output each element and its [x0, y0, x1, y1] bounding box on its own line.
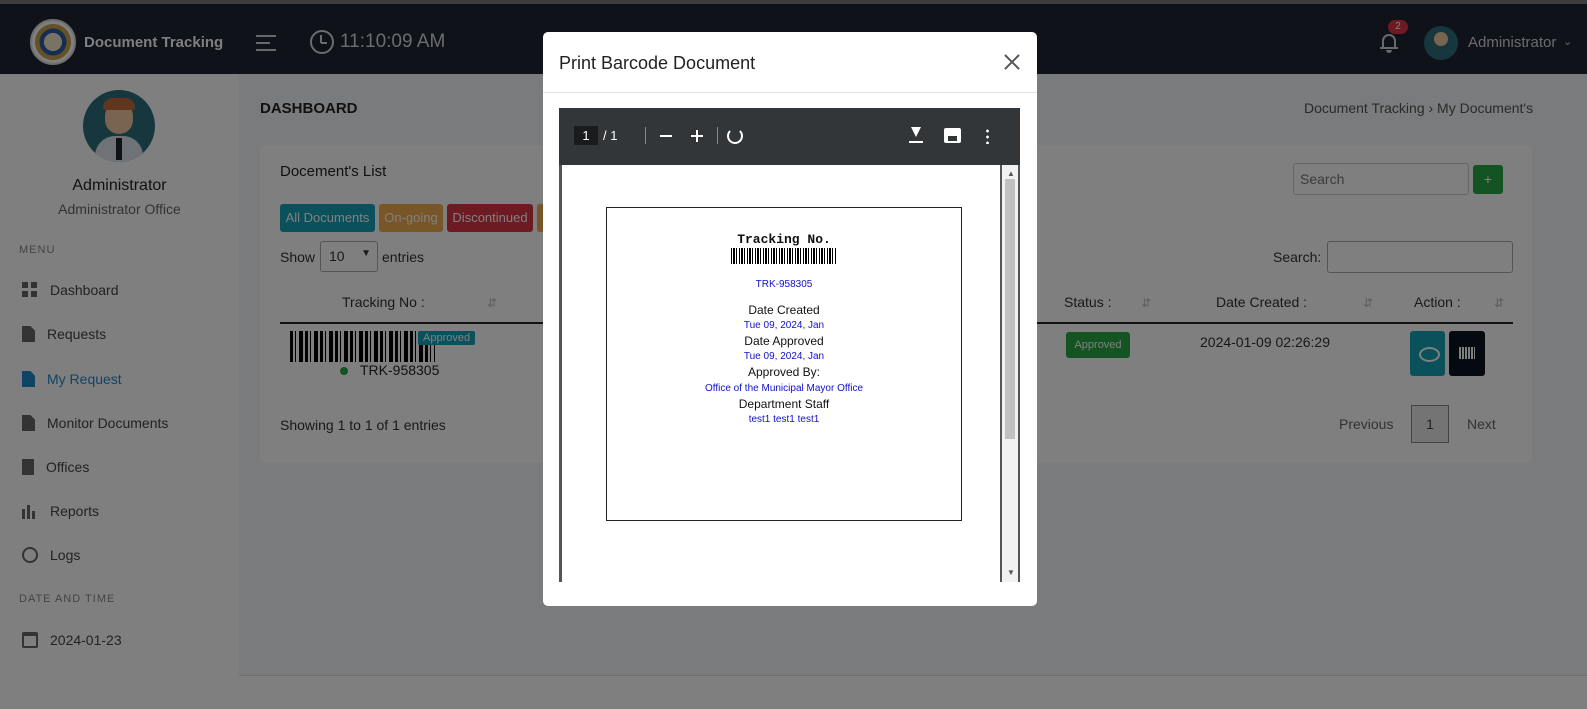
- download-icon[interactable]: [909, 127, 923, 144]
- slip-date-created: Tue 09, 2024, Jan: [743, 320, 825, 331]
- slip-tracking-no: TRK-958305: [755, 279, 813, 290]
- page-number-input[interactable]: 1: [574, 126, 598, 145]
- pdf-scrollbar-thumb[interactable]: [1005, 179, 1015, 439]
- pdf-toolbar: 1 / 1: [559, 108, 1020, 165]
- toolbar-divider: [717, 127, 718, 144]
- scroll-up-icon[interactable]: ▲: [1007, 169, 1015, 178]
- toolbar-divider: [645, 127, 646, 144]
- slip-approved-by: Office of the Municipal Mayor Office: [704, 383, 864, 394]
- barcode-slip: Tracking No. TRK-958305 Date Created Tue…: [606, 207, 962, 521]
- scroll-down-icon[interactable]: ▼: [1007, 568, 1015, 577]
- zoom-out-icon[interactable]: [660, 135, 672, 137]
- page-total: / 1: [603, 128, 618, 143]
- slip-date-created-label: Date Created: [748, 303, 820, 317]
- print-barcode-modal: Print Barcode Document 1 / 1 Tracking No…: [543, 32, 1037, 606]
- modal-title: Print Barcode Document: [559, 53, 756, 73]
- more-options-icon[interactable]: [986, 128, 989, 144]
- modal-divider: [543, 92, 1037, 93]
- slip-staff-label: Department Staff: [738, 397, 830, 411]
- zoom-in-icon[interactable]: [691, 130, 703, 142]
- slip-date-approved-label: Date Approved: [744, 334, 824, 348]
- slip-date-approved: Tue 09, 2024, Jan: [743, 351, 825, 362]
- print-icon[interactable]: [944, 128, 961, 143]
- slip-staff: test1 test1 test1: [748, 414, 820, 425]
- close-icon[interactable]: [1002, 52, 1022, 72]
- slip-approved-by-label: Approved By:: [747, 365, 821, 379]
- pdf-viewer[interactable]: 1 / 1 Tracking No. TRK-958305 Date Creat…: [559, 108, 1020, 582]
- slip-barcode-image: [731, 248, 837, 264]
- rotate-icon[interactable]: [727, 128, 743, 144]
- slip-heading: Tracking No.: [737, 232, 831, 247]
- pdf-page: Tracking No. TRK-958305 Date Created Tue…: [562, 165, 1000, 582]
